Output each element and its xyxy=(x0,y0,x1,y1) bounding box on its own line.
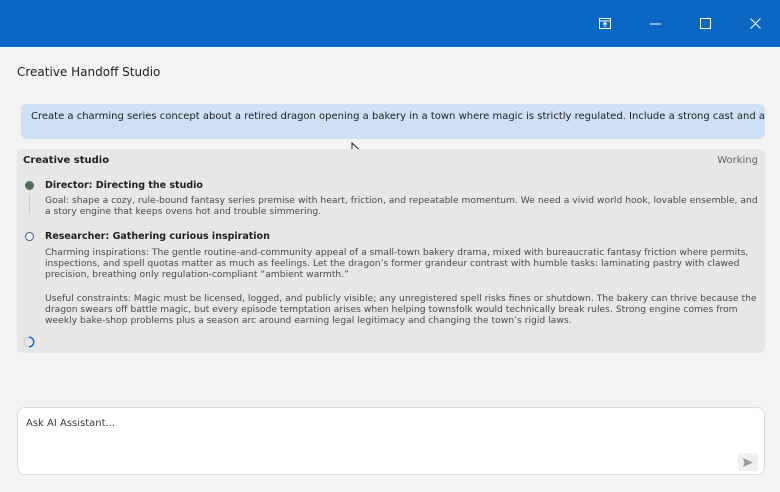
close-icon xyxy=(749,18,761,29)
app-title: Creative Handoff Studio xyxy=(17,65,161,79)
maximize-button[interactable] xyxy=(680,0,730,47)
step-researcher-constraints: Useful constraints: Magic must be licens… xyxy=(45,293,757,326)
step-connector xyxy=(29,194,30,214)
title-bar xyxy=(0,0,780,47)
step-director-body: Goal: shape a cozy, rule-bound fantasy s… xyxy=(45,195,758,217)
step-researcher-inspirations: Charming inspirations: The gentle routin… xyxy=(45,247,749,280)
composer-box xyxy=(17,407,765,475)
send-button[interactable] xyxy=(738,453,758,471)
maximize-icon xyxy=(699,18,711,29)
step-director-title: Director: Directing the studio xyxy=(45,180,203,191)
user-prompt-bubble: Create a charming series concept about a… xyxy=(21,104,765,139)
send-icon xyxy=(743,457,753,467)
pin-icon xyxy=(599,18,611,29)
minimize-button[interactable] xyxy=(630,0,680,47)
close-button[interactable] xyxy=(730,0,780,47)
loading-spinner-icon xyxy=(23,336,35,348)
step-complete-icon xyxy=(25,181,34,190)
creative-studio-panel: Creative studio Working Director: Direct… xyxy=(17,149,765,353)
pin-window-button[interactable] xyxy=(580,0,630,47)
studio-status: Working xyxy=(717,155,758,166)
minimize-icon xyxy=(649,23,661,24)
studio-title: Creative studio xyxy=(23,155,110,166)
step-active-icon xyxy=(25,232,34,241)
step-researcher-title: Researcher: Gathering curious inspiratio… xyxy=(45,231,270,242)
ask-assistant-input[interactable] xyxy=(26,413,726,433)
